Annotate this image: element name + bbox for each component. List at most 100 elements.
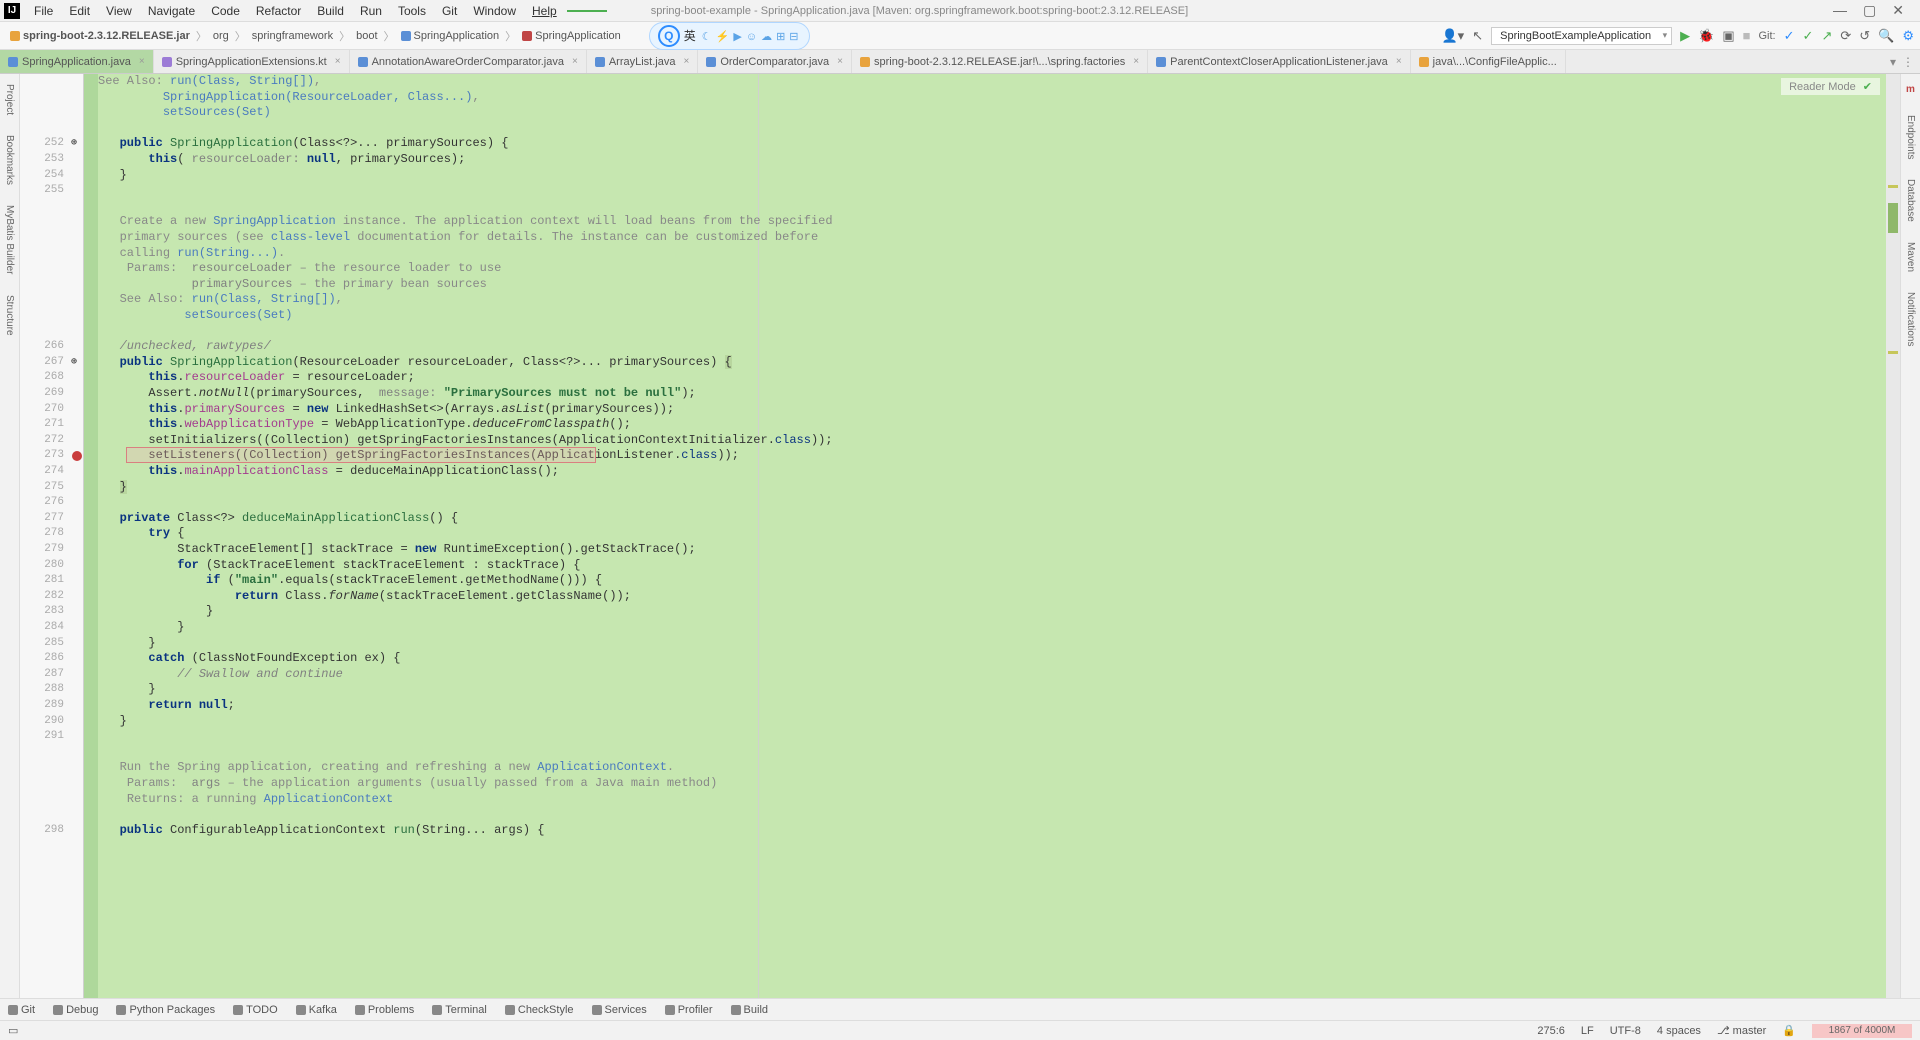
ime-sub-icon[interactable]: ☺: [746, 31, 757, 43]
chevron-down-icon[interactable]: ▾: [1890, 55, 1896, 69]
menu-item-tools[interactable]: Tools: [392, 2, 432, 20]
code-line[interactable]: setSources(Set): [98, 105, 1886, 121]
code-line[interactable]: 276: [98, 495, 1886, 511]
tool-window-profiler[interactable]: Profiler: [665, 1004, 713, 1016]
back-icon[interactable]: ↖: [1472, 28, 1483, 44]
editor-tab[interactable]: AnnotationAwareOrderComparator.java×: [350, 50, 587, 73]
tool-window-problems[interactable]: Problems: [355, 1004, 414, 1016]
code-line[interactable]: 298 public ConfigurableApplicationContex…: [98, 823, 1886, 839]
menu-item-edit[interactable]: Edit: [63, 2, 96, 20]
code-line[interactable]: setSources(Set): [98, 308, 1886, 324]
line-separator[interactable]: LF: [1581, 1025, 1594, 1037]
code-line[interactable]: 271 this.webApplicationType = WebApplica…: [98, 417, 1886, 433]
code-line[interactable]: 268 this.resourceLoader = resourceLoader…: [98, 370, 1886, 386]
add-config-icon[interactable]: 👤▾: [1441, 28, 1464, 44]
code-line[interactable]: 286 catch (ClassNotFoundException ex) {: [98, 651, 1886, 667]
line-number[interactable]: 267: [20, 355, 64, 371]
line-number[interactable]: 273: [20, 448, 64, 464]
code-line[interactable]: Params: resourceLoader – the resource lo…: [98, 261, 1886, 277]
git-pull-icon[interactable]: ✓: [1784, 28, 1795, 44]
close-tab-icon[interactable]: ×: [1133, 56, 1139, 67]
line-number[interactable]: 252: [20, 136, 64, 152]
code-line[interactable]: 283 }: [98, 604, 1886, 620]
minimize-icon[interactable]: —: [1833, 2, 1847, 19]
code-line[interactable]: primary sources (see class-level documen…: [98, 230, 1886, 246]
line-number[interactable]: 287: [20, 667, 64, 683]
memory-indicator[interactable]: 1867 of 4000M: [1812, 1024, 1912, 1038]
menu-item-run[interactable]: Run: [354, 2, 388, 20]
line-number[interactable]: 272: [20, 433, 64, 449]
menu-item-file[interactable]: File: [28, 2, 59, 20]
line-number[interactable]: 274: [20, 464, 64, 480]
tool-window-todo[interactable]: TODO: [233, 1004, 278, 1016]
code-line[interactable]: See Also: run(Class, String[]),: [98, 74, 1886, 90]
line-number[interactable]: 271: [20, 417, 64, 433]
code-line[interactable]: 277 private Class<?> deduceMainApplicati…: [98, 511, 1886, 527]
tool-window-checkstyle[interactable]: CheckStyle: [505, 1004, 574, 1016]
editor-tab[interactable]: java\...\ConfigFileApplic...: [1411, 50, 1566, 73]
settings-icon[interactable]: ⚙: [1902, 28, 1914, 44]
code-line[interactable]: [98, 121, 1886, 137]
ime-sub-icon[interactable]: ☾: [702, 31, 712, 43]
code-line[interactable]: Create a new SpringApplication instance.…: [98, 214, 1886, 230]
tool-tab-bookmarks[interactable]: Bookmarks: [4, 135, 15, 185]
code-line[interactable]: 269 Assert.notNull(primarySources, messa…: [98, 386, 1886, 402]
tool-window-git[interactable]: Git: [8, 1004, 35, 1016]
line-number[interactable]: 276: [20, 495, 64, 511]
close-tab-icon[interactable]: ×: [139, 56, 145, 67]
tool-window-kafka[interactable]: Kafka: [296, 1004, 337, 1016]
line-number[interactable]: 266: [20, 339, 64, 355]
tool-window-debug[interactable]: Debug: [53, 1004, 98, 1016]
code-line[interactable]: SpringApplication(ResourceLoader, Class.…: [98, 90, 1886, 106]
tabs-overflow[interactable]: ▾⋮: [1884, 50, 1920, 73]
cursor-position[interactable]: 275:6: [1537, 1025, 1565, 1037]
line-number[interactable]: 268: [20, 370, 64, 386]
ime-badge[interactable]: Q 英 ☾⚡▶☺☁⊞⊟: [649, 22, 810, 50]
code-line[interactable]: 290 }: [98, 714, 1886, 730]
line-number[interactable]: 277: [20, 511, 64, 527]
code-line[interactable]: 275 }: [98, 480, 1886, 496]
line-number[interactable]: 290: [20, 714, 64, 730]
code-line[interactable]: Returns: a running ApplicationContext: [98, 792, 1886, 808]
breadcrumb-item[interactable]: SpringApplication: [518, 28, 625, 44]
menu-item-window[interactable]: Window: [467, 2, 522, 20]
line-number[interactable]: 275: [20, 480, 64, 496]
ime-sub-icon[interactable]: ▶: [733, 31, 741, 43]
code-line[interactable]: 291: [98, 729, 1886, 745]
code-line[interactable]: 270 this.primarySources = new LinkedHash…: [98, 402, 1886, 418]
tool-window-python-packages[interactable]: Python Packages: [116, 1004, 215, 1016]
breadcrumb-item[interactable]: org: [209, 28, 233, 44]
editor-tab[interactable]: ParentContextCloserApplicationListener.j…: [1148, 50, 1411, 73]
stop-icon[interactable]: ■: [1743, 28, 1751, 43]
code-line[interactable]: 266 /unchecked, rawtypes/: [98, 339, 1886, 355]
code-line[interactable]: 289 return null;: [98, 698, 1886, 714]
tool-tab-endpoints[interactable]: Endpoints: [1905, 115, 1916, 159]
menu-item-build[interactable]: Build: [311, 2, 350, 20]
indent[interactable]: 4 spaces: [1657, 1025, 1701, 1037]
code-line[interactable]: 274 this.mainApplicationClass = deduceMa…: [98, 464, 1886, 480]
search-icon[interactable]: 🔍: [1878, 28, 1894, 44]
code-line[interactable]: primarySources – the primary bean source…: [98, 277, 1886, 293]
git-push-icon[interactable]: ↗: [1821, 28, 1832, 44]
ime-sub-icon[interactable]: ⊟: [789, 31, 798, 43]
breadcrumb-item[interactable]: SpringApplication: [397, 28, 504, 44]
more-icon[interactable]: ⋮: [1902, 55, 1914, 69]
code-line[interactable]: 255: [98, 183, 1886, 199]
code-line[interactable]: [98, 807, 1886, 823]
debug-icon[interactable]: 🐞: [1698, 28, 1714, 44]
tool-tab-mybatis-builder[interactable]: MyBatis Builder: [4, 205, 15, 274]
tool-tab-notifications[interactable]: Notifications: [1905, 292, 1916, 346]
encoding[interactable]: UTF-8: [1610, 1025, 1641, 1037]
git-history-icon[interactable]: ⟳: [1840, 28, 1851, 44]
code-line[interactable]: 284 }: [98, 620, 1886, 636]
line-number[interactable]: 298: [20, 823, 64, 839]
scroll-stripe[interactable]: [1886, 74, 1900, 998]
ime-sub-icon[interactable]: ⊞: [776, 31, 785, 43]
code-line[interactable]: 287 // Swallow and continue: [98, 667, 1886, 683]
git-revert-icon[interactable]: ↺: [1859, 28, 1870, 44]
tool-window-services[interactable]: Services: [592, 1004, 647, 1016]
code-line[interactable]: 272 setInitializers((Collection) getSpri…: [98, 433, 1886, 449]
gutter-run-icon[interactable]: ⊕: [68, 355, 80, 371]
reader-mode-badge[interactable]: Reader Mode ✔: [1781, 78, 1880, 95]
run-icon[interactable]: ▶: [1680, 28, 1690, 44]
